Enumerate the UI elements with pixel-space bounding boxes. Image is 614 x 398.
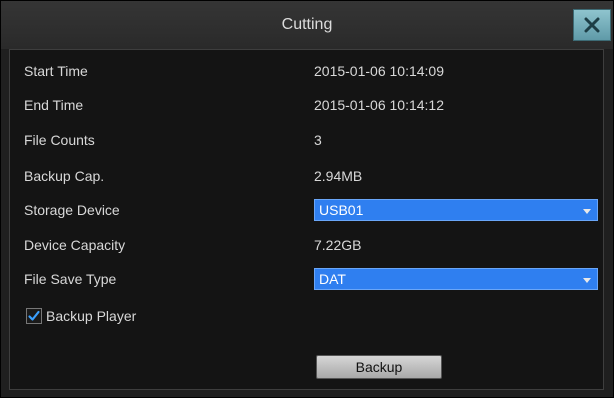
backup-player-label: Backup Player — [46, 308, 137, 324]
file-save-type-row: File Save Type DAT — [10, 264, 603, 294]
storage-device-row: Storage Device USB01 — [10, 195, 603, 225]
start-time-row: Start Time 2015-01-06 10:14:09 — [10, 56, 603, 86]
backup-cap-value: 2.94MB — [314, 168, 363, 184]
backup-player-checkbox[interactable] — [26, 308, 42, 324]
end-time-value: 2015-01-06 10:14:12 — [314, 97, 444, 113]
file-save-type-label: File Save Type — [24, 271, 117, 287]
storage-device-selected-value: USB01 — [319, 202, 364, 218]
backup-cap-row: Backup Cap. 2.94MB — [10, 161, 603, 191]
start-time-value: 2015-01-06 10:14:09 — [314, 63, 444, 79]
storage-device-select[interactable]: USB01 — [314, 199, 598, 221]
settings-panel: Start Time 2015-01-06 10:14:09 End Time … — [9, 49, 604, 390]
backup-cap-label: Backup Cap. — [24, 168, 105, 184]
device-capacity-value: 7.22GB — [314, 237, 362, 253]
file-counts-value: 3 — [314, 132, 322, 148]
end-time-label: End Time — [24, 97, 84, 113]
chevron-down-icon — [583, 278, 591, 283]
file-counts-row: File Counts 3 — [10, 125, 603, 155]
chevron-down-icon — [583, 209, 591, 214]
storage-device-label: Storage Device — [24, 202, 120, 218]
title-bar: Cutting — [1, 1, 613, 49]
backup-button[interactable]: Backup — [316, 355, 442, 379]
file-save-type-select[interactable]: DAT — [314, 268, 598, 290]
end-time-row: End Time 2015-01-06 10:14:12 — [10, 90, 603, 120]
checkmark-icon — [28, 310, 40, 321]
file-counts-label: File Counts — [24, 132, 95, 148]
cutting-dialog: Cutting Start Time 2015-01-06 10:14:09 E… — [0, 0, 614, 398]
file-save-type-selected-value: DAT — [319, 271, 346, 287]
close-x-icon — [584, 17, 600, 33]
close-button[interactable] — [573, 9, 611, 41]
device-capacity-row: Device Capacity 7.22GB — [10, 230, 603, 260]
dialog-title: Cutting — [281, 16, 333, 33]
start-time-label: Start Time — [24, 63, 88, 79]
device-capacity-label: Device Capacity — [24, 237, 126, 253]
